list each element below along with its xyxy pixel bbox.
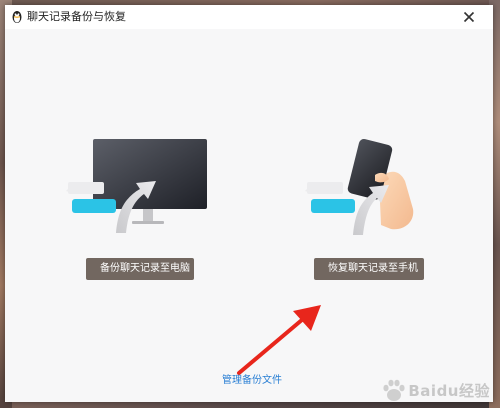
paw-logo-icon xyxy=(383,379,405,401)
close-icon[interactable] xyxy=(461,9,477,25)
red-annotation-arrow-icon xyxy=(237,305,321,375)
baidu-jingyan-watermark: Baidu经验 xyxy=(380,376,490,404)
restore-to-phone-button[interactable]: 恢复聊天记录至手机 xyxy=(314,258,424,280)
title-bar: 聊天记录备份与恢复 xyxy=(5,5,493,29)
manage-backup-files-link[interactable]: 管理备份文件 xyxy=(222,371,282,386)
backup-to-pc-button[interactable]: 备份聊天记录至电脑 xyxy=(86,258,194,280)
main-content: 备份聊天记录至电脑 恢复聊天记录至手机 管理备份文件 xyxy=(5,29,493,402)
window-title: 聊天记录备份与恢复 xyxy=(27,10,126,23)
qq-penguin-icon xyxy=(12,11,22,23)
watermark-text: Baidu经验 xyxy=(408,381,490,400)
backup-restore-window: 聊天记录备份与恢复 备份聊天记录至电脑 恢复聊天记录至手机 管理备份文件 xyxy=(5,5,493,402)
phone-illustration-icon xyxy=(305,139,414,235)
computer-illustration-icon xyxy=(66,139,207,233)
